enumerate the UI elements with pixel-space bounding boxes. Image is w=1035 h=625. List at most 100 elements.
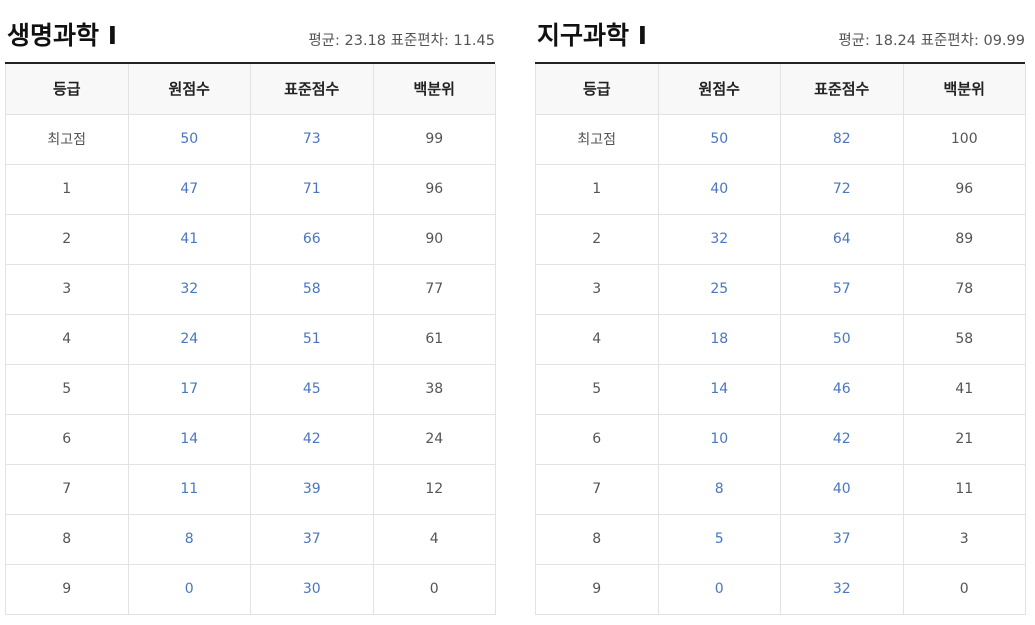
table-row: 3 32 58 77: [5, 263, 496, 315]
cell-raw-score: 47: [127, 163, 251, 215]
cell-standard-score: 72: [780, 163, 904, 215]
table-row: 1 40 72 96: [535, 163, 1026, 215]
cell-standard-score: 66: [250, 213, 374, 265]
cell-grade: 5: [5, 363, 129, 415]
cell-percentile: 77: [372, 263, 496, 315]
cell-standard-score: 58: [250, 263, 374, 315]
page: 생명과학 Ⅰ 평균: 23.18 표준편차: 11.45 등급 원점수 표준점수…: [0, 0, 1035, 625]
cell-standard-score: 42: [780, 413, 904, 465]
cell-standard-score: 57: [780, 263, 904, 315]
cell-percentile: 96: [902, 163, 1026, 215]
cell-grade: 8: [535, 513, 659, 565]
cell-percentile: 0: [372, 563, 496, 615]
table-row: 5 17 45 38: [5, 363, 496, 415]
cell-percentile: 90: [372, 213, 496, 265]
cell-grade: 2: [535, 213, 659, 265]
cell-raw-score: 11: [127, 463, 251, 515]
table-row: 최고점 50 82 100: [535, 113, 1026, 165]
table-body: 최고점 50 73 99 1 47 71 96 2 41 66 90 3 32 58 77 4 24 51 61 5 17…: [5, 113, 496, 615]
mean-label: 평균:: [308, 33, 340, 49]
table-panel-life-science: 생명과학 Ⅰ 평균: 23.18 표준편차: 11.45 등급 원점수 표준점수…: [5, 0, 496, 615]
cell-raw-score: 8: [127, 513, 251, 565]
cell-standard-score: 37: [780, 513, 904, 565]
cell-grade: 1: [535, 163, 659, 215]
cell-standard-score: 51: [250, 313, 374, 365]
cell-grade: 4: [535, 313, 659, 365]
cell-grade: 2: [5, 213, 129, 265]
table-row: 7 8 40 11: [535, 463, 1026, 515]
table-row: 4 24 51 61: [5, 313, 496, 365]
sd-label: 표준편차:: [390, 33, 449, 49]
cell-grade: 6: [535, 413, 659, 465]
header-grade: 등급: [5, 64, 129, 115]
cell-percentile: 99: [372, 113, 496, 165]
cell-percentile: 21: [902, 413, 1026, 465]
cell-standard-score: 40: [780, 463, 904, 515]
panel-header: 생명과학 Ⅰ 평균: 23.18 표준편차: 11.45: [5, 0, 495, 64]
table-row: 8 8 37 4: [5, 513, 496, 565]
cell-raw-score: 50: [127, 113, 251, 165]
cell-standard-score: 32: [780, 563, 904, 615]
table-row: 9 0 32 0: [535, 563, 1026, 615]
table-row: 6 14 42 24: [5, 413, 496, 465]
cell-standard-score: 46: [780, 363, 904, 415]
cell-grade: 3: [5, 263, 129, 315]
cell-grade: 3: [535, 263, 659, 315]
panel-title: 지구과학 Ⅰ: [537, 21, 648, 50]
sd-value: 11.45: [453, 33, 495, 49]
header-standard-score: 표준점수: [780, 64, 904, 115]
table-row: 6 10 42 21: [535, 413, 1026, 465]
cell-raw-score: 41: [127, 213, 251, 265]
table-header-row: 등급 원점수 표준점수 백분위: [5, 64, 496, 115]
sd-value: 09.99: [983, 33, 1025, 49]
cell-raw-score: 10: [657, 413, 781, 465]
cell-standard-score: 30: [250, 563, 374, 615]
cell-raw-score: 17: [127, 363, 251, 415]
cell-raw-score: 0: [127, 563, 251, 615]
table-panel-earth-science: 지구과학 Ⅰ 평균: 18.24 표준편차: 09.99 등급 원점수 표준점수…: [535, 0, 1026, 615]
cell-raw-score: 18: [657, 313, 781, 365]
mean-value: 23.18: [344, 33, 387, 49]
table-row: 최고점 50 73 99: [5, 113, 496, 165]
sd-label: 표준편차:: [920, 33, 979, 49]
cell-percentile: 11: [902, 463, 1026, 515]
header-percentile: 백분위: [372, 64, 496, 115]
cell-percentile: 78: [902, 263, 1026, 315]
cell-standard-score: 82: [780, 113, 904, 165]
panel-stats: 평균: 18.24 표준편차: 09.99: [838, 29, 1025, 50]
panel-title: 생명과학 Ⅰ: [7, 21, 118, 50]
cell-grade: 8: [5, 513, 129, 565]
cell-raw-score: 40: [657, 163, 781, 215]
cell-percentile: 24: [372, 413, 496, 465]
cell-percentile: 100: [902, 113, 1026, 165]
cell-standard-score: 71: [250, 163, 374, 215]
cell-grade: 9: [5, 563, 129, 615]
cell-raw-score: 50: [657, 113, 781, 165]
header-percentile: 백분위: [902, 64, 1026, 115]
cell-standard-score: 37: [250, 513, 374, 565]
cell-grade: 7: [5, 463, 129, 515]
cell-raw-score: 5: [657, 513, 781, 565]
cell-percentile: 58: [902, 313, 1026, 365]
cell-percentile: 0: [902, 563, 1026, 615]
cell-grade: 7: [535, 463, 659, 515]
table-row: 2 32 64 89: [535, 213, 1026, 265]
cell-raw-score: 24: [127, 313, 251, 365]
cell-percentile: 41: [902, 363, 1026, 415]
panel-header: 지구과학 Ⅰ 평균: 18.24 표준편차: 09.99: [535, 0, 1025, 64]
cell-raw-score: 8: [657, 463, 781, 515]
table-row: 5 14 46 41: [535, 363, 1026, 415]
cell-raw-score: 0: [657, 563, 781, 615]
cell-percentile: 89: [902, 213, 1026, 265]
header-grade: 등급: [535, 64, 659, 115]
cell-raw-score: 14: [127, 413, 251, 465]
cell-raw-score: 32: [657, 213, 781, 265]
cell-grade: 1: [5, 163, 129, 215]
table-row: 4 18 50 58: [535, 313, 1026, 365]
score-table: 등급 원점수 표준점수 백분위 최고점 50 82 100 1 40 72 96 2 32 64 89…: [535, 64, 1026, 615]
panel-stats: 평균: 23.18 표준편차: 11.45: [308, 29, 495, 50]
cell-standard-score: 50: [780, 313, 904, 365]
cell-raw-score: 32: [127, 263, 251, 315]
cell-percentile: 61: [372, 313, 496, 365]
score-table: 등급 원점수 표준점수 백분위 최고점 50 73 99 1 47 71 96 2 41 66 90 3…: [5, 64, 496, 615]
